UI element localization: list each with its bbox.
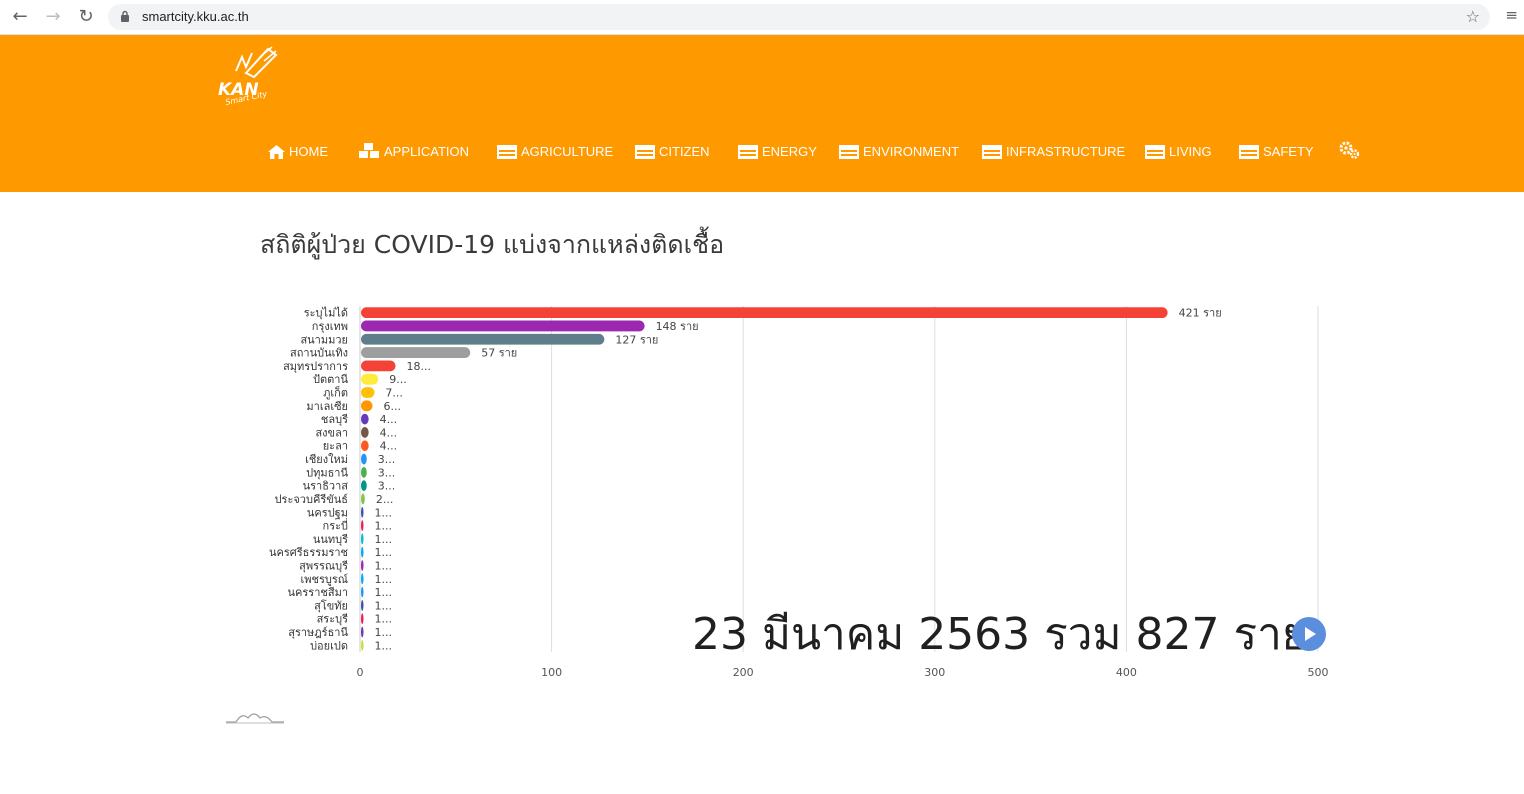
category-label: ระบุไม่ได้	[304, 307, 348, 320]
bar	[361, 413, 369, 425]
value-label: 421 ราย	[1179, 307, 1222, 320]
bar	[361, 493, 365, 505]
value-label: 3...	[378, 466, 396, 479]
value-label: 2...	[376, 493, 394, 506]
bar	[361, 573, 364, 585]
category-label: ประจวบคีรีขันธ์	[275, 493, 348, 506]
x-tick-label: 300	[924, 666, 945, 679]
value-label: 57 ราย	[481, 347, 517, 360]
value-label: 1...	[375, 626, 393, 639]
bar	[361, 333, 605, 345]
category-label: นครศรีธรรมราช	[269, 546, 348, 559]
value-label: 4...	[380, 440, 398, 453]
category-label: กรุงเทพ	[312, 320, 348, 333]
bar	[361, 560, 364, 571]
bar	[361, 586, 364, 598]
value-label: 4...	[380, 426, 398, 439]
bar	[361, 453, 367, 465]
value-label: 6...	[383, 400, 401, 413]
category-label: สุราษฎร์ธานี	[288, 626, 348, 639]
bar	[361, 600, 364, 611]
x-tick-label: 200	[733, 666, 754, 679]
bar	[361, 533, 364, 545]
category-label: สมุทรปราการ	[283, 360, 348, 373]
bar	[361, 613, 364, 625]
category-label: นครปฐม	[307, 506, 348, 519]
bar	[361, 626, 364, 638]
x-tick-label: 0	[357, 666, 364, 679]
category-label: สถานบันเทิง	[290, 347, 348, 360]
value-label: 7...	[385, 387, 403, 400]
bar	[361, 480, 367, 492]
category-label: ชลบุรี	[321, 413, 348, 426]
value-label: 1...	[375, 520, 393, 533]
category-label: นครราชสีมา	[288, 586, 348, 599]
category-label: นราธิวาส	[303, 480, 349, 493]
bar	[361, 347, 471, 358]
bar	[361, 360, 396, 372]
value-label: 1...	[375, 639, 393, 652]
category-label: เพชรบูรณ์	[301, 573, 348, 586]
value-label: 1...	[375, 613, 393, 626]
bar	[361, 320, 645, 332]
value-label: 1...	[375, 533, 393, 546]
value-label: 1...	[375, 560, 393, 573]
value-label: 1...	[375, 546, 393, 559]
bar	[361, 506, 364, 518]
category-label: เชียงใหม่	[305, 453, 348, 466]
x-tick-label: 400	[1116, 666, 1137, 679]
value-label: 3...	[378, 453, 396, 466]
value-label: 1...	[375, 599, 393, 612]
category-label: สงขลา	[315, 426, 348, 439]
play-button[interactable]	[1292, 617, 1326, 651]
value-label: 1...	[375, 506, 393, 519]
value-label: 127 ราย	[615, 333, 658, 346]
category-label: สนามมวย	[300, 333, 348, 346]
category-label: บ่อยเปด	[310, 639, 348, 652]
x-tick-label: 500	[1308, 666, 1329, 679]
bar	[361, 440, 369, 452]
value-label: 1...	[375, 573, 393, 586]
bar	[361, 639, 364, 651]
chart-date-total: 23 มีนาคม 2563 รวม 827 ราย	[692, 609, 1308, 660]
value-label: 9...	[389, 373, 407, 386]
category-label: นนทบุรี	[313, 533, 348, 546]
bar	[361, 466, 367, 478]
category-label: ยะลา	[323, 440, 348, 453]
bar	[361, 427, 369, 438]
bar	[361, 546, 364, 558]
bar	[361, 400, 373, 412]
bar	[361, 373, 379, 385]
x-tick-label: 100	[541, 666, 562, 679]
category-label: สุโขทัย	[314, 598, 348, 612]
value-label: 148 ราย	[656, 320, 699, 333]
category-label: กระบี่	[323, 518, 348, 533]
covid-source-bar-chart: 0 100 200 300 400 500 ระบุไม่ได้ 421 รายกรุงเทพ…	[269, 306, 1329, 679]
bar	[361, 520, 364, 531]
category-label: ภูเก็ต	[323, 386, 348, 400]
value-label: 1...	[375, 586, 393, 599]
category-label: ปัตตานี	[313, 373, 348, 386]
category-label: สุพรรณบุรี	[299, 560, 348, 573]
value-label: 18...	[406, 360, 431, 373]
value-label: 4...	[380, 413, 398, 426]
value-label: 3...	[378, 480, 396, 493]
timeline-sparkline[interactable]	[226, 708, 284, 726]
category-label: มาเลเซีย	[306, 400, 348, 413]
bar	[361, 307, 1168, 319]
category-label: สระบุรี	[317, 613, 349, 626]
category-label: ปทุมธานี	[306, 466, 348, 479]
bar	[361, 387, 375, 398]
